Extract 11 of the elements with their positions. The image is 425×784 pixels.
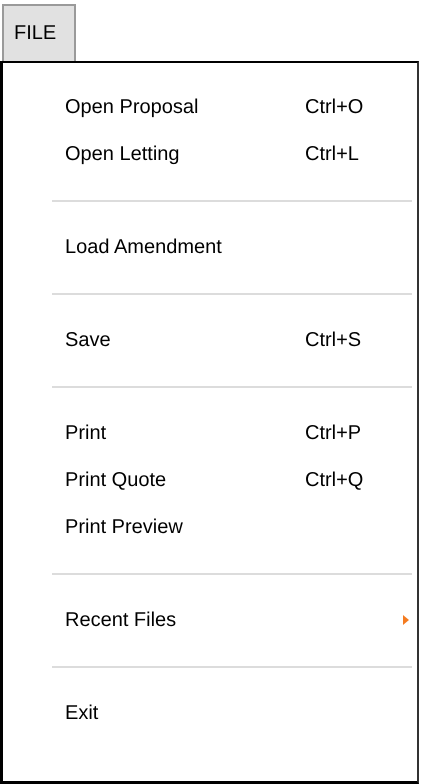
menu-item[interactable]: Load Amendment [3, 224, 417, 271]
menu-item[interactable]: Print Quote Ctrl+Q [3, 457, 417, 504]
menu-item[interactable]: Print Ctrl+P [3, 410, 417, 457]
menu-item[interactable]: Exit [3, 690, 417, 737]
menu-item[interactable]: Save Ctrl+S [3, 317, 417, 364]
file-menu-button[interactable]: FILE [2, 4, 76, 61]
menu-item[interactable]: Open Letting Ctrl+L [3, 131, 417, 178]
menu-item[interactable]: Print Preview [3, 504, 417, 551]
menu-item[interactable]: Open Proposal Ctrl+O [3, 84, 417, 131]
menu-item[interactable]: Recent Files [3, 597, 417, 644]
submenu-arrow-icon [403, 615, 409, 625]
